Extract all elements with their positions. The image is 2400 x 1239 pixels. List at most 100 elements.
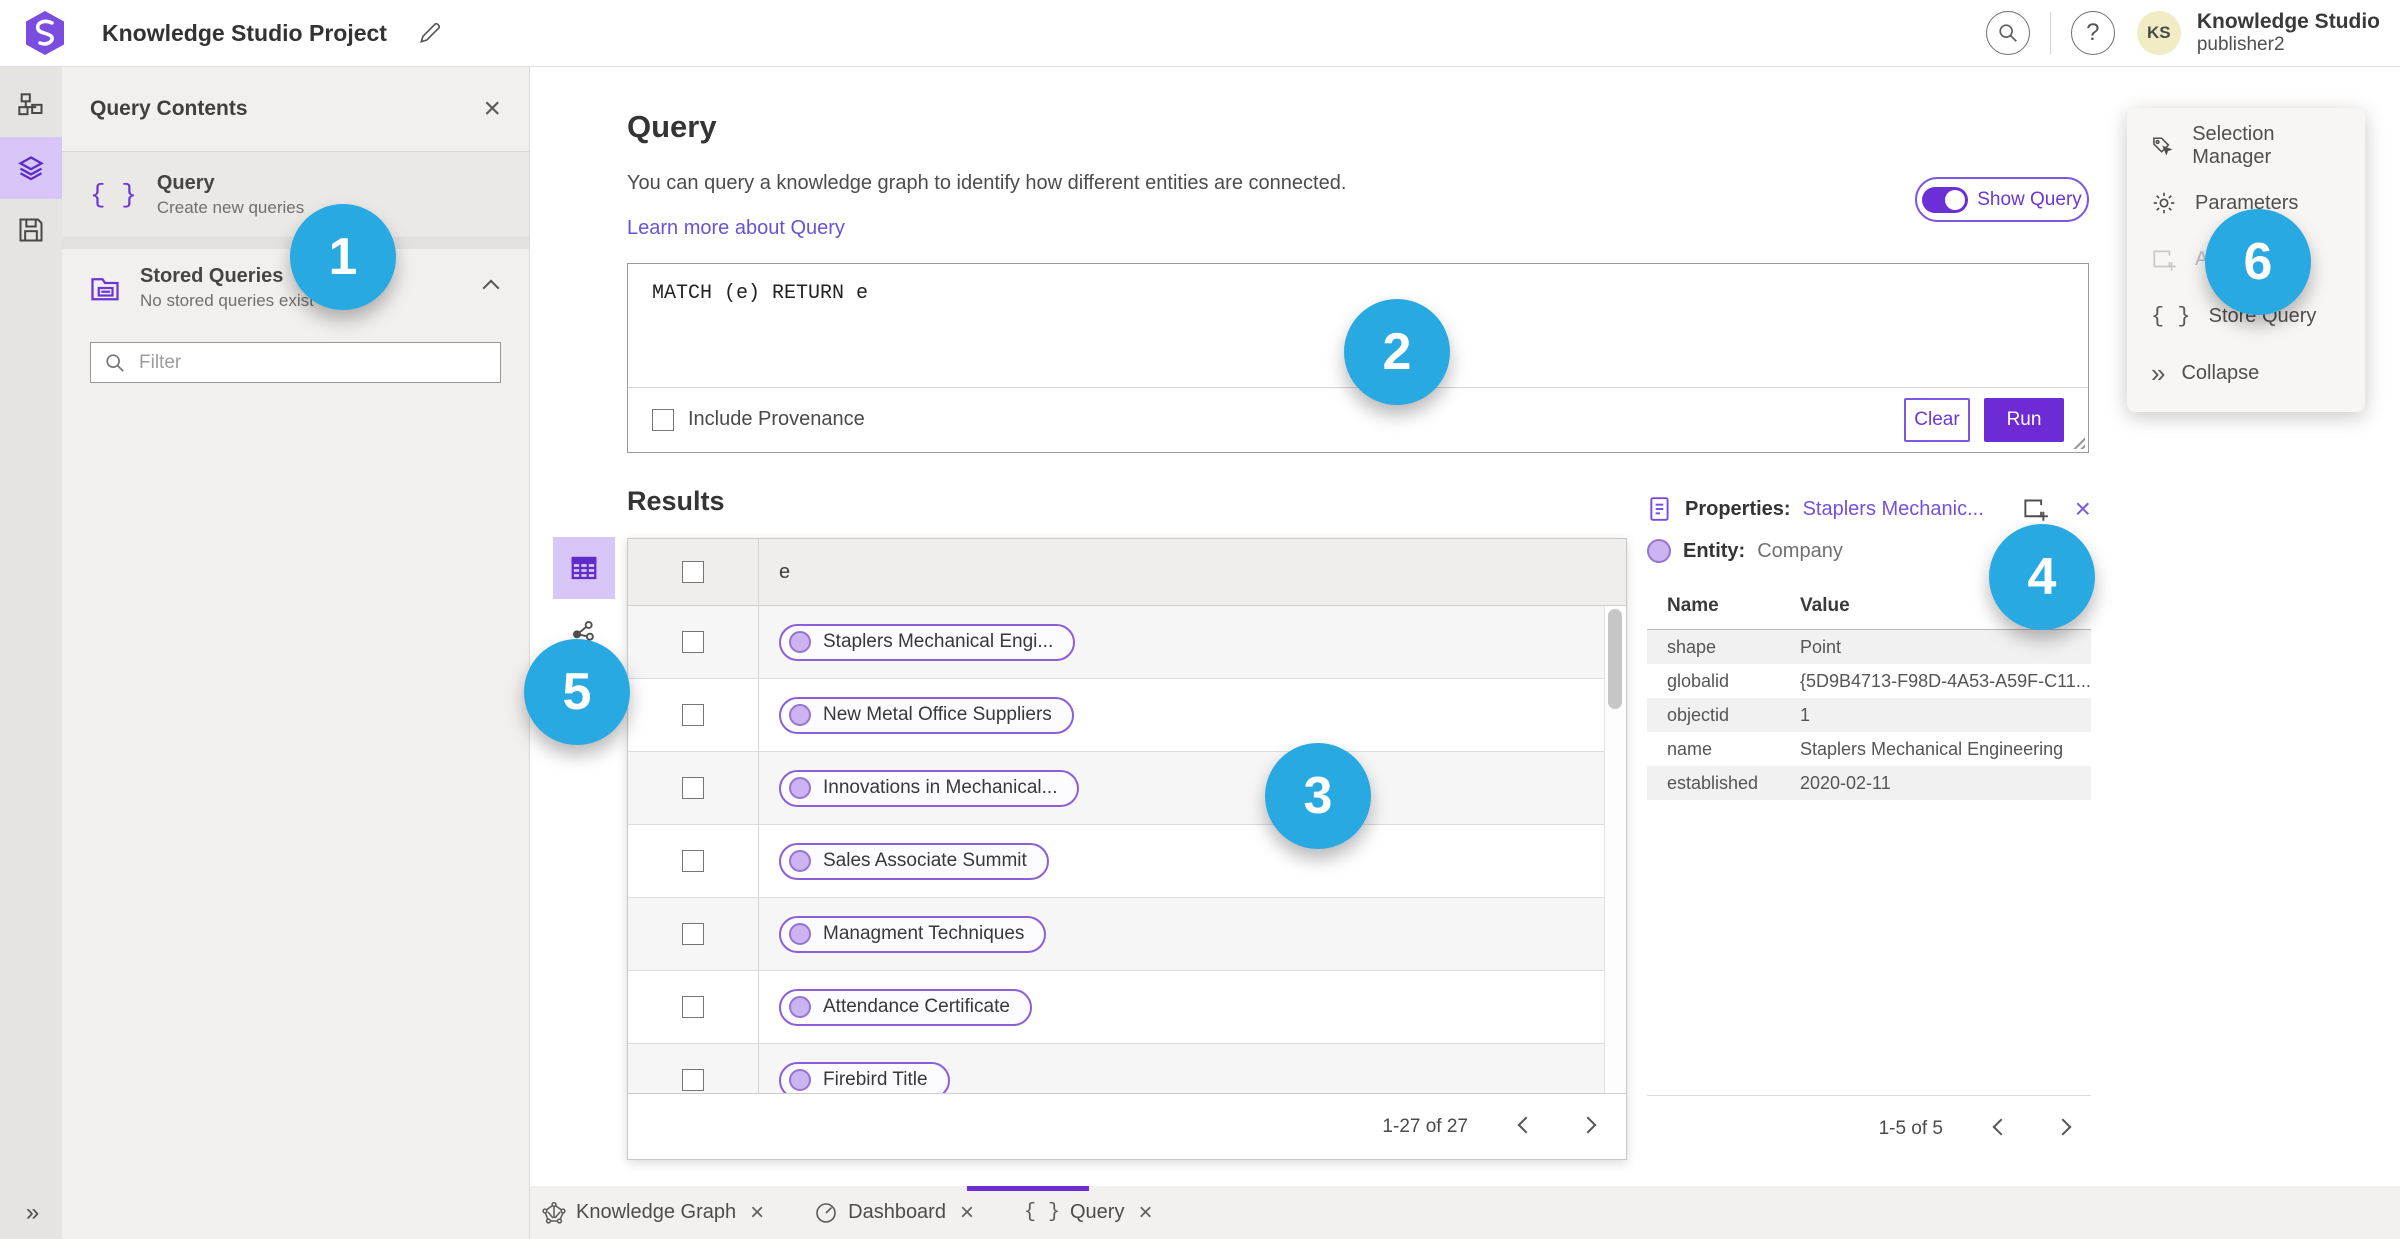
expand-strip-button[interactable]: » — [0, 1199, 62, 1227]
properties-pagination-label: 1-5 of 5 — [1878, 1117, 1943, 1139]
next-page-button[interactable] — [1578, 1114, 1598, 1140]
entity-pill[interactable]: New Metal Office Suppliers — [779, 696, 1074, 734]
column-header-name: Name — [1667, 595, 1719, 616]
entity-pill[interactable]: Innovations in Mechanical... — [779, 769, 1080, 807]
row-checkbox[interactable] — [682, 631, 704, 653]
tab-query[interactable]: { } Query × — [1020, 1200, 1157, 1225]
entity-label: Sales Associate Summit — [823, 850, 1027, 871]
entity-pill[interactable]: Staplers Mechanical Engi... — [779, 623, 1076, 661]
item-subtitle: No stored queries exist — [140, 290, 314, 310]
toggle-switch — [1922, 186, 1969, 213]
close-tab-icon[interactable]: × — [750, 1200, 764, 1225]
app-logo-icon[interactable] — [24, 10, 66, 56]
braces-icon: { } — [90, 179, 137, 210]
select-all-checkbox[interactable] — [682, 561, 704, 583]
active-tab-indicator — [967, 1186, 1089, 1191]
panel-close-icon[interactable]: × — [483, 94, 501, 124]
tab-label: Dashboard — [848, 1201, 946, 1223]
chevron-right-icon — [2054, 1118, 2072, 1135]
row-checkbox[interactable] — [682, 996, 704, 1018]
search-icon — [1999, 24, 2017, 42]
close-tab-icon[interactable]: × — [960, 1200, 974, 1225]
annotation-circle-6: 6 — [2205, 209, 2311, 315]
property-name: name — [1667, 738, 1713, 759]
annotation-circle-4: 4 — [1989, 524, 2095, 630]
table-scrollbar[interactable] — [1604, 606, 1626, 1093]
results-title: Results — [627, 486, 725, 516]
chevron-left-icon — [1992, 1118, 2010, 1135]
entity-pill[interactable]: Sales Associate Summit — [779, 842, 1049, 880]
menu-item-selection-manager[interactable]: Selection Manager — [2127, 119, 2365, 173]
property-row: globalid {5D9B4713-F98D-4A53-A59F-C11... — [1647, 664, 2091, 698]
chevron-up-icon — [482, 279, 500, 297]
help-button[interactable]: ? — [2070, 11, 2115, 55]
menu-item-label: Selection Manager — [2192, 123, 2275, 169]
entity-label: New Metal Office Suppliers — [823, 704, 1052, 725]
page-description: You can query a knowledge graph to ident… — [627, 172, 1347, 194]
properties-header: Properties: Staplers Mechanic... × — [1647, 495, 2091, 523]
entity-pill[interactable]: Firebird Title — [779, 1061, 950, 1093]
menu-item-collapse[interactable]: » Collapse — [2127, 347, 2365, 401]
property-row: shape Point — [1647, 630, 2091, 664]
prev-page-button[interactable] — [1516, 1114, 1536, 1140]
filter-input[interactable] — [90, 342, 501, 383]
add-to-selection-icon[interactable] — [2022, 496, 2049, 523]
properties-entity-link[interactable]: Staplers Mechanic... — [1803, 498, 2010, 521]
row-checkbox[interactable] — [682, 850, 704, 872]
sidebar-item-layers[interactable] — [0, 137, 62, 199]
table-row: New Metal Office Suppliers — [628, 679, 1604, 752]
entity-pill[interactable]: Attendance Certificate — [779, 988, 1032, 1026]
annotation-circle-2: 2 — [1344, 299, 1450, 405]
entity-type-dot-icon — [1647, 539, 1671, 563]
annotation-circle-3: 3 — [1265, 743, 1371, 849]
entity-label: Staplers Mechanical Engi... — [823, 631, 1054, 652]
collapse-section-button[interactable] — [481, 272, 501, 303]
prev-page-button[interactable] — [1991, 1116, 2011, 1142]
braces-icon: { } — [2151, 304, 2191, 330]
entity-value: Company — [1757, 539, 1843, 562]
panel-header: Query Contents × — [62, 67, 529, 152]
tab-dashboard[interactable]: Dashboard × — [810, 1200, 978, 1225]
run-button[interactable]: Run — [1984, 397, 2064, 442]
main-content: Query You can query a knowledge graph to… — [530, 67, 2400, 1186]
entity-dot-icon — [789, 923, 811, 945]
user-role: publisher2 — [2196, 34, 2285, 56]
property-row: objectid 1 — [1647, 698, 2091, 732]
entity-dot-icon — [789, 996, 811, 1018]
include-provenance-checkbox[interactable] — [652, 408, 674, 431]
editor-footer: Include Provenance Clear Run — [628, 387, 2088, 452]
avatar[interactable]: KS — [2136, 11, 2181, 55]
clear-button[interactable]: Clear — [1904, 397, 1970, 442]
row-checkbox[interactable] — [682, 923, 704, 945]
entity-dot-icon — [789, 631, 811, 653]
property-name: globalid — [1667, 670, 1730, 691]
property-name: shape — [1667, 636, 1717, 657]
column-header-value: Value — [1800, 595, 1850, 616]
bottom-tab-bar: Knowledge Graph × Dashboard × { } Query … — [530, 1186, 2400, 1239]
table-view-button[interactable] — [553, 537, 615, 599]
sidebar-item-org-chart[interactable] — [0, 75, 62, 137]
table-row: Sales Associate Summit — [628, 825, 1604, 898]
entity-pill[interactable]: Managment Techniques — [779, 915, 1047, 953]
row-checkbox[interactable] — [682, 1069, 704, 1091]
tab-knowledge-graph[interactable]: Knowledge Graph × — [538, 1200, 768, 1225]
learn-more-link[interactable]: Learn more about Query — [627, 217, 845, 240]
panel-item-query[interactable]: { } Query Create new queries — [62, 152, 529, 238]
scrollbar-thumb[interactable] — [1608, 609, 1622, 709]
row-checkbox[interactable] — [682, 777, 704, 799]
search-button[interactable] — [1985, 11, 2030, 55]
properties-title: Properties: — [1685, 497, 1791, 520]
page-title: Query — [627, 109, 717, 144]
close-tab-icon[interactable]: × — [1138, 1200, 1152, 1225]
stored-queries-folder-icon — [91, 277, 119, 300]
project-title: Knowledge Studio Project — [102, 19, 387, 46]
property-value: Staplers Mechanical Engineering — [1800, 738, 2064, 759]
entity-label: Entity: — [1683, 539, 1746, 562]
properties-close-icon[interactable]: × — [2075, 495, 2091, 523]
table-row: Firebird Title — [628, 1044, 1604, 1093]
show-query-toggle[interactable]: Show Query — [1915, 177, 2089, 222]
edit-title-icon[interactable] — [417, 20, 443, 46]
sidebar-item-save[interactable] — [0, 199, 62, 261]
row-checkbox[interactable] — [682, 704, 704, 726]
next-page-button[interactable] — [2053, 1116, 2073, 1142]
